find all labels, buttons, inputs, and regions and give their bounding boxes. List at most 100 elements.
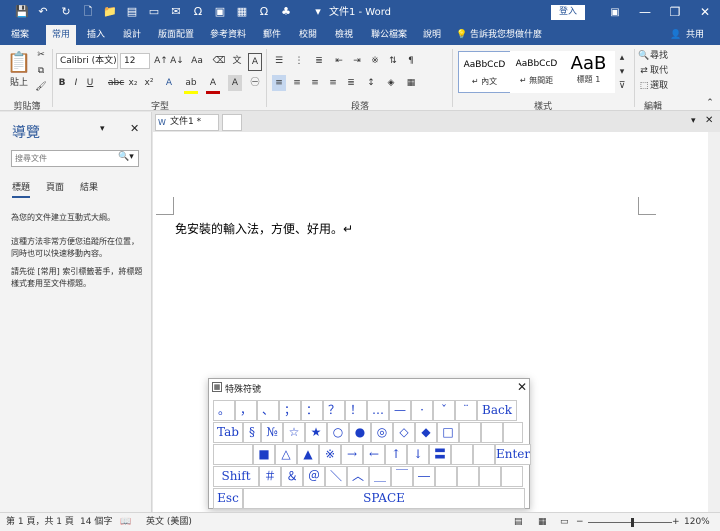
key-0-6[interactable]: ！	[345, 400, 367, 421]
close-button[interactable]: ✕	[690, 0, 720, 25]
key-1-7[interactable]: ◎	[371, 422, 393, 443]
italic-button[interactable]: I	[70, 75, 82, 91]
multilevel-list-icon[interactable]: ≣	[312, 53, 326, 69]
key-0-11[interactable]: ¨	[455, 400, 477, 421]
key-2-6[interactable]: ←	[363, 444, 385, 465]
zoom-slider[interactable]	[588, 522, 672, 523]
key-0-1[interactable]: ，	[235, 400, 257, 421]
key-0-10[interactable]: ˇ	[433, 400, 455, 421]
tab-addin[interactable]: 聯公檔案	[364, 25, 414, 45]
find-button[interactable]: 尋找	[650, 48, 684, 64]
open-folder-icon[interactable]: ▭	[146, 4, 162, 20]
tab-design[interactable]: 設計	[118, 25, 146, 45]
key-1-9[interactable]: ◆	[415, 422, 437, 443]
tab-insert[interactable]: 插入	[82, 25, 110, 45]
key-3-7[interactable]: ￣	[391, 466, 413, 487]
justify-icon[interactable]: ≡	[326, 75, 340, 91]
key-3-0[interactable]: Shift	[213, 466, 259, 487]
key-2-12[interactable]: Enter	[495, 444, 531, 465]
key-2-3[interactable]: ▲	[297, 444, 319, 465]
key-2-10[interactable]	[451, 444, 473, 465]
line-spacing-icon[interactable]: ↕	[364, 75, 378, 91]
char-shading-icon[interactable]: A	[228, 75, 242, 91]
key-0-5[interactable]: ？	[323, 400, 345, 421]
replace-button[interactable]: 取代	[650, 63, 684, 79]
tab-list-icon[interactable]: ▾	[691, 116, 696, 126]
tab-pages[interactable]: 頁面	[46, 180, 64, 193]
language[interactable]: 英文 (美國)	[146, 513, 192, 531]
vertical-scrollbar[interactable]	[708, 132, 720, 512]
char-border-icon[interactable]: A	[248, 53, 262, 71]
borders-icon[interactable]: ▦	[404, 75, 418, 91]
omega-icon[interactable]: Ω	[256, 4, 272, 20]
open-icon[interactable]: 📁	[102, 4, 118, 20]
increase-indent-icon[interactable]: ⇥	[350, 53, 364, 69]
cut-icon[interactable]: ✂	[34, 47, 48, 63]
key-2-7[interactable]: ↑	[385, 444, 407, 465]
key-0-12[interactable]: Back	[477, 400, 517, 421]
pane-options-icon[interactable]: ▾	[100, 124, 105, 134]
key-1-13[interactable]	[503, 422, 523, 443]
read-mode-icon[interactable]: ▤	[514, 513, 523, 531]
key-3-4[interactable]: ＼	[325, 466, 347, 487]
zoom-level[interactable]: 120%	[684, 513, 710, 531]
save-icon[interactable]: 💾	[14, 4, 30, 20]
decrease-indent-icon[interactable]: ⇤	[332, 53, 346, 69]
collapse-ribbon-icon[interactable]: ⌃	[704, 95, 716, 111]
bold-button[interactable]: B	[56, 75, 68, 91]
chinese-layout-icon[interactable]: ※	[368, 53, 382, 69]
text-effects-icon[interactable]: A	[162, 75, 176, 91]
highlight-icon[interactable]: ab	[184, 75, 198, 94]
zoom-in-icon[interactable]: +	[672, 513, 680, 531]
symbol-icon[interactable]: Ω	[190, 4, 206, 20]
word-count[interactable]: 14 個字	[80, 513, 112, 531]
format-painter-icon[interactable]: 🖌	[34, 79, 48, 95]
subscript-button[interactable]: x₂	[126, 75, 140, 91]
clear-formatting-icon[interactable]: ⌫	[212, 53, 226, 69]
key-2-0[interactable]	[213, 444, 253, 465]
tab-help[interactable]: 說明	[418, 25, 446, 45]
restore-button[interactable]: ❐	[660, 0, 690, 25]
search-input[interactable]: 搜尋文件 🔍▾	[11, 150, 139, 167]
envelope-icon[interactable]: ✉	[168, 4, 184, 20]
change-case-button[interactable]: Aa	[188, 53, 206, 69]
web-layout-icon[interactable]: ▭	[560, 513, 569, 531]
key-1-10[interactable]: □	[437, 422, 459, 443]
superscript-button[interactable]: x²	[142, 75, 156, 91]
key-2-5[interactable]: →	[341, 444, 363, 465]
strikethrough-button[interactable]: abc	[108, 75, 124, 91]
zoom-slider-thumb[interactable]	[631, 518, 635, 527]
font-size-select[interactable]: 12	[120, 53, 150, 69]
org-chart-icon[interactable]: ♣	[278, 4, 294, 20]
shading-icon[interactable]: ◈	[384, 75, 398, 91]
close-keyboard-button[interactable]: ✕	[514, 379, 530, 395]
tab-file[interactable]: 檔案	[4, 25, 36, 45]
key-1-11[interactable]	[459, 422, 481, 443]
key-3-6[interactable]: ＿	[369, 466, 391, 487]
tab-view[interactable]: 檢視	[330, 25, 358, 45]
show-marks-icon[interactable]: ¶	[404, 53, 418, 69]
key-2-8[interactable]: ↓	[407, 444, 429, 465]
key-0-0[interactable]: 。	[213, 400, 235, 421]
style-normal[interactable]: AaBbCcD ↵ 內文	[458, 51, 511, 93]
bullets-icon[interactable]: ☰	[272, 53, 286, 69]
print-layout-icon[interactable]: ▦	[538, 513, 547, 531]
print-preview-icon[interactable]: ▤	[124, 4, 140, 20]
key-1-3[interactable]: ☆	[283, 422, 305, 443]
key-1-5[interactable]: ○	[327, 422, 349, 443]
sort-icon[interactable]: ⇅	[386, 53, 400, 69]
key-1-1[interactable]: §	[243, 422, 261, 443]
key-4-1[interactable]: SPACE	[243, 488, 525, 509]
key-1-8[interactable]: ◇	[393, 422, 415, 443]
key-1-0[interactable]: Tab	[213, 422, 243, 443]
key-0-8[interactable]: —	[389, 400, 411, 421]
tab-references[interactable]: 參考資料	[206, 25, 250, 45]
enclose-char-icon[interactable]: ㊀	[248, 75, 262, 91]
key-0-2[interactable]: 、	[257, 400, 279, 421]
layout-icon[interactable]: ▦	[234, 4, 250, 20]
ribbon-display-options-icon[interactable]: ▣	[600, 0, 630, 25]
tab-review[interactable]: 校閱	[294, 25, 322, 45]
tab-home[interactable]: 常用	[46, 25, 76, 45]
tab-headings[interactable]: 標題	[12, 180, 31, 198]
close-pane-icon[interactable]: ✕	[130, 122, 139, 135]
